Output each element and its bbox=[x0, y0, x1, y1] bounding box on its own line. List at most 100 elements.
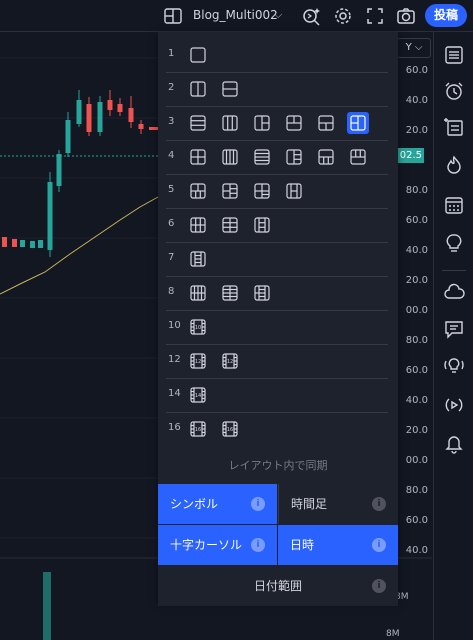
sync-title: レイアウト内で同期 bbox=[228, 459, 328, 472]
layout-option-icon[interactable]: 14 bbox=[187, 384, 209, 406]
layout-option-icon[interactable] bbox=[219, 282, 241, 304]
sync-symbol-label: シンボル bbox=[170, 497, 219, 511]
layout-option-icon[interactable] bbox=[187, 180, 209, 202]
layout-option-icon[interactable]: 16 bbox=[219, 418, 241, 440]
volume-label: 8M bbox=[386, 629, 400, 639]
layout-option-icon[interactable] bbox=[283, 146, 305, 168]
layout-option-icon[interactable] bbox=[251, 214, 273, 236]
svg-text:12: 12 bbox=[227, 359, 233, 365]
layout-option-icon[interactable] bbox=[283, 112, 305, 134]
layout-option-icon[interactable] bbox=[315, 146, 337, 168]
layout-option-icon[interactable] bbox=[347, 112, 369, 134]
layout-option-icon[interactable] bbox=[315, 112, 337, 134]
alarm-clock-icon[interactable] bbox=[443, 80, 465, 102]
layout-option-icon[interactable] bbox=[187, 44, 209, 66]
layout-icon[interactable] bbox=[163, 6, 183, 26]
quick-search-icon[interactable] bbox=[300, 5, 322, 27]
layout-option-icon[interactable] bbox=[251, 146, 273, 168]
layout-option-icon[interactable] bbox=[219, 112, 241, 134]
layout-row: 12 12 12 bbox=[166, 344, 390, 378]
price-label: 80.0 bbox=[405, 335, 428, 346]
layout-name[interactable]: Blog_Multi002 bbox=[193, 8, 278, 22]
layout-option-icon[interactable] bbox=[187, 248, 209, 270]
layout-option-icon[interactable]: 12 bbox=[187, 350, 209, 372]
layout-option-icon[interactable] bbox=[219, 180, 241, 202]
layout-option-icon[interactable] bbox=[187, 282, 209, 304]
fullscreen-icon[interactable] bbox=[364, 5, 386, 27]
info-icon[interactable]: i bbox=[372, 497, 386, 511]
layout-option-icon[interactable]: 10 bbox=[187, 316, 209, 338]
price-label: 80.0 bbox=[405, 185, 428, 196]
idea-broadcast-icon[interactable] bbox=[443, 354, 465, 376]
layout-row: 10 10 bbox=[166, 310, 390, 344]
flame-icon[interactable] bbox=[443, 154, 465, 176]
price-label: 20.0 bbox=[405, 125, 428, 136]
lightbulb-icon[interactable] bbox=[443, 232, 465, 254]
add-note-icon[interactable] bbox=[443, 116, 465, 138]
svg-text:16: 16 bbox=[195, 427, 201, 433]
layout-row: 5 bbox=[166, 174, 390, 208]
layout-row-number: 1 bbox=[168, 48, 175, 59]
streams-icon[interactable] bbox=[443, 394, 465, 416]
chat-icon[interactable] bbox=[443, 318, 465, 340]
layout-option-icon[interactable]: 16 bbox=[187, 418, 209, 440]
layout-row-number: 14 bbox=[168, 388, 181, 399]
layout-option-icon[interactable] bbox=[347, 146, 369, 168]
layout-option-icon[interactable] bbox=[219, 214, 241, 236]
layout-option-icon[interactable] bbox=[219, 146, 241, 168]
y-scale-dropdown[interactable]: Y ⌵ bbox=[397, 38, 431, 58]
post-button[interactable]: 投稿 bbox=[425, 4, 467, 27]
info-icon[interactable]: i bbox=[372, 538, 386, 552]
layout-option-icon[interactable] bbox=[251, 112, 273, 134]
cloud-chat-icon[interactable] bbox=[443, 282, 465, 304]
y-scale-label: Y bbox=[405, 42, 412, 53]
price-label: 40.0 bbox=[405, 395, 428, 406]
info-icon[interactable]: i bbox=[372, 579, 386, 593]
sync-date-range-toggle[interactable]: 日付範囲 i bbox=[158, 566, 398, 606]
camera-icon[interactable] bbox=[395, 5, 417, 27]
layout-menu: 1 2 3 4 5 6 7 8 10 10 12 12 12 14 14 16 16 16 レイアウト内で同期 シ… bbox=[158, 32, 398, 606]
chevron-down-icon[interactable]: ⌵ bbox=[274, 8, 282, 22]
price-axis[interactable]: 60.0 40.0 20.0 80.0 60.0 40.0 20.0 00.0 … bbox=[386, 32, 432, 640]
layout-option-icon[interactable] bbox=[187, 214, 209, 236]
sync-symbol-toggle[interactable]: シンボル i bbox=[158, 484, 277, 524]
info-icon[interactable]: i bbox=[251, 538, 265, 552]
svg-text:14: 14 bbox=[195, 393, 201, 399]
layout-row-number: 16 bbox=[168, 422, 181, 433]
layout-row: 8 bbox=[166, 276, 390, 310]
layout-row: 1 bbox=[166, 38, 390, 72]
gear-icon[interactable] bbox=[332, 5, 354, 27]
layout-option-icon[interactable] bbox=[251, 282, 273, 304]
layout-row: 16 16 16 bbox=[166, 412, 390, 446]
price-label: 20.0 bbox=[405, 275, 428, 286]
watchlist-icon[interactable] bbox=[443, 44, 465, 66]
divider bbox=[442, 270, 466, 271]
right-toolbar bbox=[433, 32, 473, 640]
layout-option-icon[interactable] bbox=[219, 78, 241, 100]
price-label: 40.0 bbox=[405, 545, 428, 556]
sync-crosshair-toggle[interactable]: 十字カーソル i bbox=[158, 525, 277, 565]
price-label: 00.0 bbox=[405, 305, 428, 316]
price-label: 60.0 bbox=[405, 515, 428, 526]
layout-row: 2 bbox=[166, 72, 390, 106]
current-price-badge: 02.5 bbox=[396, 148, 424, 163]
layout-option-icon[interactable] bbox=[187, 146, 209, 168]
info-icon[interactable]: i bbox=[251, 497, 265, 511]
calendar-icon[interactable] bbox=[443, 194, 465, 216]
svg-text:12: 12 bbox=[195, 359, 201, 365]
layout-option-icon[interactable]: 12 bbox=[219, 350, 241, 372]
layout-option-icon[interactable] bbox=[187, 112, 209, 134]
layout-row: 3 bbox=[166, 106, 390, 140]
bell-icon[interactable] bbox=[443, 432, 465, 454]
candles bbox=[2, 90, 158, 257]
price-label: 60.0 bbox=[405, 65, 428, 76]
layout-row: 14 14 bbox=[166, 378, 390, 412]
sync-time-toggle[interactable]: 日時 i bbox=[278, 525, 398, 565]
price-label: 20.0 bbox=[405, 425, 428, 436]
sync-interval-toggle[interactable]: 時間足 i bbox=[278, 484, 398, 524]
layout-option-icon[interactable] bbox=[187, 78, 209, 100]
layout-option-icon[interactable] bbox=[283, 180, 305, 202]
sync-time-label: 日時 bbox=[290, 538, 315, 552]
price-label: 60.0 bbox=[405, 365, 428, 376]
layout-option-icon[interactable] bbox=[251, 180, 273, 202]
